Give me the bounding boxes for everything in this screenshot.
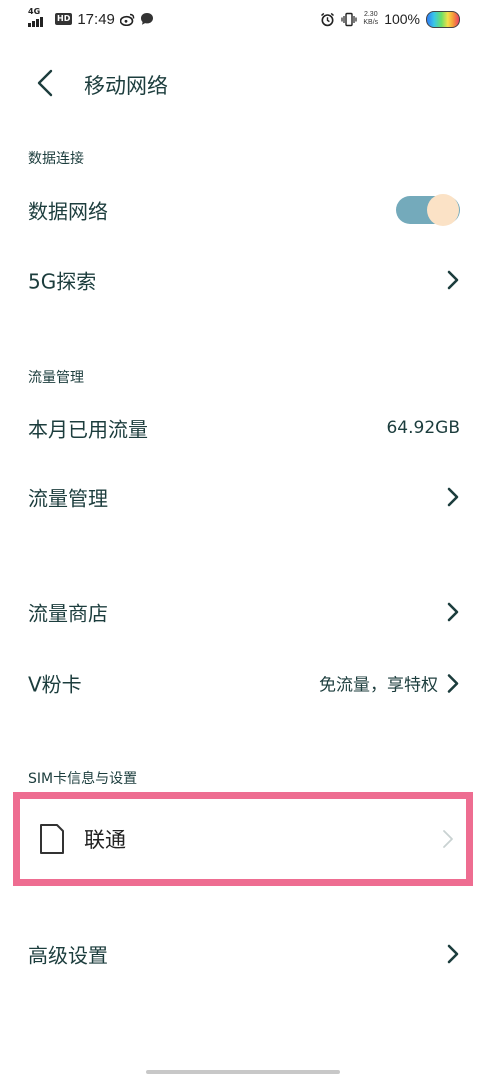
status-bar-left: 4G HD 17:49 bbox=[28, 7, 155, 30]
sim-card-row[interactable]: 联通 bbox=[13, 792, 473, 886]
weibo-icon bbox=[119, 12, 135, 27]
toggle-knob bbox=[427, 194, 459, 226]
home-indicator[interactable] bbox=[146, 1070, 340, 1074]
network-type: 4G bbox=[28, 7, 41, 16]
advanced-settings-row[interactable]: 高级设置 bbox=[0, 924, 486, 984]
vfan-card-label: V粉卡 bbox=[28, 672, 82, 697]
header: 移动网络 bbox=[0, 56, 486, 112]
hd-badge: HD bbox=[55, 13, 73, 25]
traffic-store-label: 流量商店 bbox=[28, 601, 108, 626]
network-speed-unit: KB/s bbox=[363, 19, 379, 26]
network-speed-value: 2.30 bbox=[363, 11, 378, 18]
network-speed: 2.30 KB/s bbox=[363, 11, 378, 27]
sim-carrier-name: 联通 bbox=[84, 828, 126, 852]
vfan-card-row[interactable]: V粉卡 免流量，享特权 bbox=[0, 653, 486, 713]
battery-percentage: 100% bbox=[384, 11, 420, 27]
monthly-usage-label: 本月已用流量 bbox=[28, 417, 148, 442]
vfan-card-value: 免流量，享特权 bbox=[319, 675, 438, 696]
data-network-row[interactable]: 数据网络 bbox=[0, 180, 486, 240]
vibrate-icon bbox=[341, 11, 357, 27]
chevron-right-icon bbox=[446, 270, 460, 290]
chevron-right-icon bbox=[442, 829, 456, 849]
status-bar-right: 2.30 KB/s 100% bbox=[319, 8, 460, 30]
chevron-right-icon bbox=[446, 944, 460, 964]
back-button[interactable] bbox=[28, 66, 62, 100]
status-bar: 4G HD 17:49 2.30 KB/s 100% bbox=[0, 0, 486, 40]
monthly-usage-row: 本月已用流量 64.92GB bbox=[0, 398, 486, 458]
battery-icon bbox=[426, 10, 460, 28]
chevron-right-icon bbox=[446, 487, 460, 507]
explore-5g-row[interactable]: 5G探索 bbox=[0, 250, 486, 310]
traffic-management-label: 流量管理 bbox=[28, 486, 108, 511]
sim-card-icon bbox=[38, 823, 66, 855]
section-label-sim: SIM卡信息与设置 bbox=[28, 771, 138, 787]
traffic-management-row[interactable]: 流量管理 bbox=[0, 467, 486, 527]
chevron-left-icon bbox=[37, 69, 53, 97]
section-label-traffic: 流量管理 bbox=[28, 370, 84, 386]
signal-icon: 4G bbox=[28, 7, 50, 29]
chevron-right-icon bbox=[446, 673, 460, 693]
data-network-toggle[interactable] bbox=[396, 194, 460, 226]
traffic-store-row[interactable]: 流量商店 bbox=[0, 582, 486, 642]
monthly-usage-value: 64.92GB bbox=[386, 418, 460, 438]
page-title: 移动网络 bbox=[84, 74, 168, 98]
explore-5g-label: 5G探索 bbox=[28, 269, 97, 294]
data-network-label: 数据网络 bbox=[28, 199, 108, 224]
alarm-icon bbox=[319, 11, 335, 27]
chevron-right-icon bbox=[446, 602, 460, 622]
status-time: 17:49 bbox=[77, 10, 115, 28]
message-icon bbox=[140, 12, 155, 27]
advanced-settings-label: 高级设置 bbox=[28, 943, 108, 968]
section-label-data-connection: 数据连接 bbox=[28, 151, 84, 167]
